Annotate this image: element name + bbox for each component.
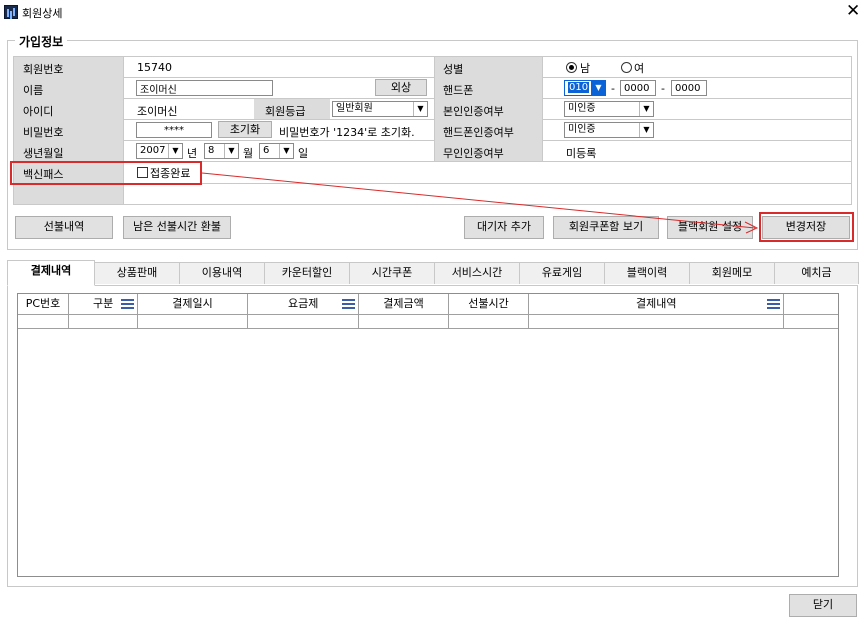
column-header-rate-plan-label: 요금제 xyxy=(288,297,319,310)
tab-usage-history[interactable]: 이용내역 xyxy=(179,262,265,284)
tab-counter-discount[interactable]: 카운터할인 xyxy=(264,262,350,284)
grid-new-row-cell[interactable] xyxy=(138,315,248,329)
column-header-category[interactable]: 구분 xyxy=(69,294,138,315)
column-menu-icon[interactable] xyxy=(767,299,780,310)
column-header-rate-plan[interactable]: 요금제 xyxy=(248,294,359,315)
tab-payment-history[interactable]: 결제내역 xyxy=(7,260,95,286)
grid-new-row-cell[interactable] xyxy=(784,315,838,329)
column-header-amount[interactable]: 결제금액 xyxy=(359,294,449,315)
column-menu-icon[interactable] xyxy=(342,299,355,310)
tab-deposit[interactable]: 예치금 xyxy=(774,262,859,284)
column-header-payment-date[interactable]: 결제일시 xyxy=(138,294,248,315)
tab-block-history[interactable]: 블랙이력 xyxy=(604,262,690,284)
column-header-payment-detail-label: 결제내역 xyxy=(636,297,677,310)
tab-service-time[interactable]: 서비스시간 xyxy=(434,262,520,284)
payment-grid: PC번호 구분 결제일시 요금제 결제금액 선불시간 결제내역 xyxy=(17,293,839,577)
column-header-prepaid-time[interactable]: 선불시간 xyxy=(449,294,529,315)
column-header-category-label: 구분 xyxy=(93,297,114,310)
grid-new-row-cell[interactable] xyxy=(18,315,69,329)
column-menu-icon[interactable] xyxy=(121,299,134,310)
grid-new-row-cell[interactable] xyxy=(248,315,359,329)
grid-new-row-cell[interactable] xyxy=(529,315,784,329)
grid-new-row-cell[interactable] xyxy=(69,315,138,329)
column-header-pc-no[interactable]: PC번호 xyxy=(18,294,69,315)
tab-product-sales[interactable]: 상품판매 xyxy=(94,262,180,284)
column-header-payment-detail[interactable]: 결제내역 xyxy=(529,294,784,315)
column-header-filler xyxy=(784,294,838,315)
close-button[interactable]: 닫기 xyxy=(789,594,857,617)
grid-new-row-cell[interactable] xyxy=(449,315,529,329)
tab-member-memo[interactable]: 회원메모 xyxy=(689,262,775,284)
annotation-arrow xyxy=(201,172,759,234)
grid-new-row-cell[interactable] xyxy=(359,315,449,329)
tab-paid-games[interactable]: 유료게임 xyxy=(519,262,605,284)
tab-time-coupon[interactable]: 시간쿠폰 xyxy=(349,262,435,284)
